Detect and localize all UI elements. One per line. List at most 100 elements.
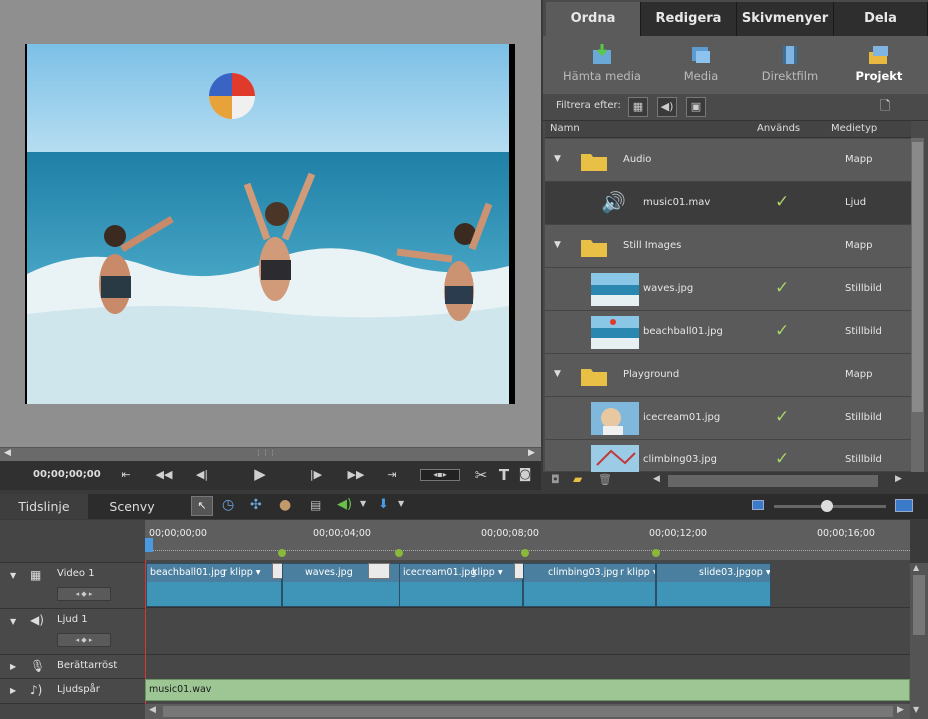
- audio-clip-name: music01.wav: [149, 684, 212, 695]
- marker-menu-chevron-down-icon[interactable]: ▼: [398, 499, 404, 508]
- track-audio-1[interactable]: ▼ ◀) Ljud 1 ◂ ◆ ▸: [0, 609, 145, 655]
- get-media-icon: [591, 44, 613, 66]
- timeline-hscroll[interactable]: ◀ ▶: [145, 704, 910, 719]
- shuttle-icon[interactable]: ◂▪▸: [420, 469, 460, 481]
- list-item[interactable]: icecream01.jpg ✓ Stillbild: [545, 397, 911, 440]
- scroll-right-icon[interactable]: ▶: [528, 448, 535, 458]
- zoom-out-icon[interactable]: [752, 500, 764, 510]
- split-clip-icon[interactable]: ✂: [471, 465, 491, 485]
- scroll-up-icon[interactable]: ▲: [913, 563, 919, 572]
- keyframe-controls[interactable]: ◂ ◆ ▸: [57, 633, 111, 647]
- media-icon: [690, 44, 712, 66]
- step-back-icon[interactable]: ◀|: [192, 465, 212, 485]
- scene-marker-icon[interactable]: [395, 549, 403, 557]
- track-expand-icon[interactable]: ▼: [10, 571, 16, 580]
- video-clip-beachball[interactable]: beachball01.jpg r klipp ▾: [146, 563, 282, 607]
- video-clip-climbing[interactable]: climbing03.jpg r klipp ▾: [523, 563, 656, 607]
- track-soundtrack[interactable]: ▶ ♪) Ljudspår: [0, 679, 145, 704]
- hscroll-right-icon[interactable]: ▶: [895, 474, 902, 484]
- filter-image-icon[interactable]: ▣: [686, 97, 706, 117]
- hscroll-left-icon[interactable]: ◀: [653, 474, 660, 484]
- properties-icon[interactable]: ▤: [310, 498, 321, 512]
- track-expand-icon[interactable]: ▶: [10, 686, 16, 695]
- title-icon[interactable]: T: [494, 465, 514, 485]
- expand-arrow-icon[interactable]: ▼: [554, 240, 561, 250]
- smart-mix-icon[interactable]: ●: [279, 497, 291, 513]
- rewind-icon[interactable]: ◀◀: [154, 465, 174, 485]
- scroll-thumb[interactable]: [912, 142, 923, 412]
- media-button[interactable]: Media: [656, 44, 746, 83]
- zoom-slider-handle[interactable]: [821, 500, 833, 512]
- audio-mix-icon[interactable]: ◀): [337, 497, 352, 512]
- track-video-1[interactable]: ▼ ▦ Video 1 ◂ ◆ ▸: [0, 563, 145, 609]
- tab-sceneline[interactable]: Scenvy: [88, 494, 176, 519]
- audio-clip-music[interactable]: music01.wav: [145, 679, 910, 701]
- organizer-subtabs: Hämta media Media Direktfilm Projekt: [543, 36, 928, 94]
- fast-forward-icon[interactable]: ▶▶: [346, 465, 366, 485]
- scene-marker-icon[interactable]: [521, 549, 529, 557]
- filter-video-icon[interactable]: ▦: [628, 97, 648, 117]
- tab-timeline[interactable]: Tidslinje: [0, 494, 88, 519]
- new-item-icon[interactable]: 🗋: [880, 97, 898, 117]
- track-narration[interactable]: ▶ 🎙 Berättarröst: [0, 655, 145, 679]
- time-stretch-icon[interactable]: ◷: [222, 497, 234, 513]
- transition-icon[interactable]: [368, 563, 390, 579]
- play-icon[interactable]: ▶: [250, 464, 270, 484]
- go-to-end-icon[interactable]: ⇥: [382, 465, 402, 485]
- list-item[interactable]: ▼ Audio Mapp: [545, 139, 911, 182]
- new-folder-icon[interactable]: ▰: [573, 472, 582, 486]
- go-to-start-icon[interactable]: ⇤: [116, 465, 136, 485]
- get-media-button[interactable]: Hämta media: [557, 44, 647, 83]
- image-tool-icon[interactable]: ◘: [551, 473, 560, 486]
- timeline-vscroll[interactable]: ▲ ▼: [910, 563, 928, 719]
- scroll-left-icon[interactable]: ◀: [149, 705, 156, 715]
- scroll-down-icon[interactable]: ▼: [913, 705, 919, 714]
- scroll-thumb[interactable]: [913, 575, 925, 635]
- scroll-left-icon[interactable]: ◀: [4, 448, 11, 458]
- list-item[interactable]: beachball01.jpg ✓ Stillbild: [545, 311, 911, 354]
- track-expand-icon[interactable]: ▶: [10, 662, 16, 671]
- project-button[interactable]: Projekt: [834, 44, 924, 83]
- keyframe-controls[interactable]: ◂ ◆ ▸: [57, 587, 111, 601]
- list-item[interactable]: 🔊 music01.mav ✓ Ljud: [545, 182, 911, 225]
- smart-trim-icon[interactable]: ✣: [250, 497, 262, 513]
- list-item[interactable]: waves.jpg ✓ Stillbild: [545, 268, 911, 311]
- filter-audio-icon[interactable]: ◀): [657, 97, 677, 117]
- tab-skivmenyer[interactable]: Skivmenyer: [737, 2, 834, 36]
- tab-dela[interactable]: Dela: [834, 2, 928, 36]
- selection-tool-icon[interactable]: ↖: [191, 496, 213, 516]
- list-scrollbar[interactable]: [911, 138, 924, 472]
- expand-arrow-icon[interactable]: ▼: [554, 154, 561, 164]
- column-type[interactable]: Medietyp: [831, 123, 877, 134]
- column-used[interactable]: Används: [757, 123, 800, 134]
- list-item[interactable]: ▼ Still Images Mapp: [545, 225, 911, 268]
- step-forward-icon[interactable]: |▶: [306, 465, 326, 485]
- list-header: Namn Används Medietyp: [545, 121, 911, 138]
- list-item[interactable]: ▼ Playground Mapp: [545, 354, 911, 397]
- audio-menu-chevron-down-icon[interactable]: ▼: [360, 499, 366, 508]
- scroll-thumb[interactable]: [163, 706, 893, 717]
- track-expand-icon[interactable]: ▼: [10, 617, 16, 626]
- organizer-hscroll[interactable]: [668, 475, 878, 487]
- used-check: ✓: [775, 278, 790, 298]
- tab-redigera[interactable]: Redigera: [641, 2, 737, 36]
- video-clip-icecream[interactable]: icecream01.jpg klipp ▾: [399, 563, 523, 607]
- scroll-grip[interactable]: ⋮⋮⋮: [255, 449, 276, 457]
- scene-marker-icon[interactable]: [278, 549, 286, 557]
- scene-marker-icon[interactable]: [652, 549, 660, 557]
- scroll-right-icon[interactable]: ▶: [897, 705, 904, 715]
- monitor-scrollbar[interactable]: ◀ ⋮⋮⋮ ▶: [0, 447, 541, 461]
- zoom-in-icon[interactable]: [895, 499, 913, 512]
- marker-icon[interactable]: ⬇: [378, 497, 389, 512]
- video-clip-slide[interactable]: slide03.jpg op ▾: [656, 563, 771, 607]
- list-item[interactable]: climbing03.jpg ✓ Stillbild: [545, 440, 911, 472]
- time-ruler[interactable]: 00;00;00;00 00;00;04;00 00;00;08;00 00;0…: [145, 520, 910, 560]
- expand-arrow-icon[interactable]: ▼: [554, 369, 561, 379]
- timecode[interactable]: 00;00;00;00: [33, 469, 101, 480]
- tab-ordna[interactable]: Ordna: [546, 2, 641, 36]
- delete-icon[interactable]: 🗑: [598, 473, 612, 486]
- snapshot-icon[interactable]: ◙: [515, 465, 535, 485]
- instant-movie-button[interactable]: Direktfilm: [745, 44, 835, 83]
- current-time-indicator[interactable]: [145, 538, 153, 552]
- column-name[interactable]: Namn: [550, 123, 580, 134]
